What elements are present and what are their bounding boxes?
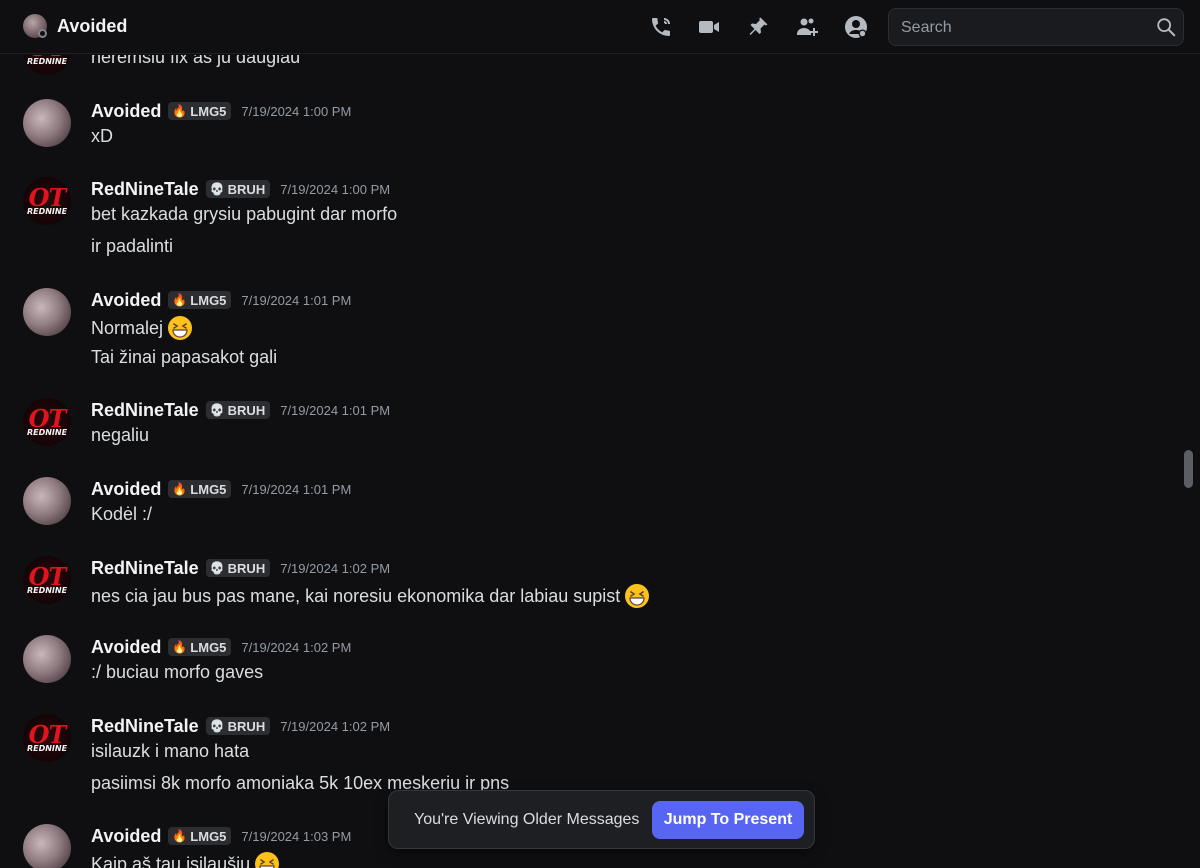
green-flame-icon: 🔥 [172,829,188,843]
avatar[interactable]: OT REDNINE [23,55,71,75]
user-tag[interactable]: 🔥 LMG5 [168,638,232,656]
green-flame-icon: 🔥 [172,293,188,307]
message-header: RedNineTale 💀 BRUH 7/19/2024 1:02 PM [91,714,390,738]
message-list[interactable]: OT REDNINE neremsiu fix as ju daugiau Av… [0,55,1182,868]
add-friends-icon[interactable] [794,14,820,40]
message-header: Avoided 🔥 LMG5 7/19/2024 1:02 PM [91,635,351,659]
green-flame-icon: 🔥 [172,104,188,118]
timestamp: 7/19/2024 1:02 PM [241,639,352,655]
avatar[interactable]: OT REDNINE [23,177,71,225]
skull-icon: 💀 [209,182,225,196]
grinning-squinting-emoji [255,852,280,868]
timestamp: 7/19/2024 1:02 PM [280,718,391,734]
green-flame-icon: 🔥 [172,640,188,654]
search-icon[interactable] [1155,16,1177,38]
username[interactable]: Avoided [91,479,161,500]
timestamp: 7/19/2024 1:00 PM [241,103,352,119]
user-profile-icon[interactable] [843,14,869,40]
message-header: Avoided 🔥 LMG5 7/19/2024 1:03 PM [91,824,351,848]
username[interactable]: Avoided [91,637,161,658]
timestamp: 7/19/2024 1:01 PM [241,292,352,308]
user-tag[interactable]: 💀 BRUH [205,717,271,735]
message-text: neremsiu fix as ju daugiau [91,55,301,67]
message-text: bet kazkada grysiu pabugint dar morfo [91,204,398,224]
message-header: Avoided 🔥 LMG5 7/19/2024 1:01 PM [91,288,351,312]
jump-to-present-button[interactable]: Jump To Present [652,801,804,839]
timestamp: 7/19/2024 1:02 PM [280,560,391,576]
skull-icon: 💀 [209,719,225,733]
username[interactable]: Avoided [91,101,161,122]
pinned-messages-icon[interactable] [745,14,771,40]
status-indicator [38,29,47,38]
search-input[interactable] [899,9,1153,47]
top-bar: Avoided [0,0,1200,54]
voice-call-icon[interactable] [648,14,674,40]
user-tag[interactable]: 🔥 LMG5 [168,480,232,498]
search-box[interactable] [888,8,1184,47]
username[interactable]: RedNineTale [91,179,199,200]
skull-icon: 💀 [209,403,225,417]
username[interactable]: Avoided [91,826,161,847]
user-tag[interactable]: 💀 BRUH [205,180,271,198]
message-text: Normalej [91,315,193,341]
username[interactable]: Avoided [91,290,161,311]
timestamp: 7/19/2024 1:00 PM [280,181,391,197]
user-tag[interactable]: 🔥 LMG5 [168,291,232,309]
avatar[interactable] [23,477,71,525]
skull-icon: 💀 [209,561,225,575]
message-text: Tai žinai papasakot gali [91,347,278,367]
user-tag[interactable]: 🔥 LMG5 [168,827,232,845]
green-flame-icon: 🔥 [172,482,188,496]
message-header: Avoided 🔥 LMG5 7/19/2024 1:00 PM [91,99,351,123]
scrollbar-thumb[interactable] [1184,450,1193,488]
message-header: RedNineTale 💀 BRUH 7/19/2024 1:01 PM [91,398,390,422]
user-tag[interactable]: 💀 BRUH [205,559,271,577]
older-messages-bar: You're Viewing Older Messages Jump To Pr… [388,790,815,849]
avatar[interactable] [23,824,71,868]
message-text: nes cia jau bus pas mane, kai noresiu ek… [91,583,650,609]
message-text: ir padalinti [91,236,174,256]
username[interactable]: RedNineTale [91,400,199,421]
username[interactable]: RedNineTale [91,716,199,737]
older-messages-text: You're Viewing Older Messages [414,811,640,828]
message-text: xD [91,126,113,146]
timestamp: 7/19/2024 1:03 PM [241,828,352,844]
avatar[interactable]: OT REDNINE [23,556,71,604]
message-header: RedNineTale 💀 BRUH 7/19/2024 1:02 PM [91,556,390,580]
avatar[interactable] [23,99,71,147]
grinning-squinting-emoji [625,584,650,608]
video-call-icon[interactable] [696,14,722,40]
message-text: Kodėl :/ [91,504,153,524]
avatar[interactable] [23,635,71,683]
avatar[interactable]: OT REDNINE [23,714,71,762]
timestamp: 7/19/2024 1:01 PM [241,481,352,497]
username[interactable]: RedNineTale [91,558,199,579]
channel-title: Avoided [57,16,128,36]
message-header: Avoided 🔥 LMG5 7/19/2024 1:01 PM [91,477,351,501]
message-text: :/ buciau morfo gaves [91,662,264,682]
message-header: RedNineTale 💀 BRUH 7/19/2024 1:00 PM [91,177,390,201]
grinning-squinting-emoji [168,316,193,340]
timestamp: 7/19/2024 1:01 PM [280,402,391,418]
avatar[interactable]: OT REDNINE [23,398,71,446]
avatar[interactable] [23,288,71,336]
user-tag[interactable]: 🔥 LMG5 [168,102,232,120]
user-tag[interactable]: 💀 BRUH [205,401,271,419]
message-text: Kaip aš tau įsilaušiu [91,851,280,868]
message-text: negaliu [91,425,150,445]
message-text: isilauzk i mano hata [91,741,250,761]
